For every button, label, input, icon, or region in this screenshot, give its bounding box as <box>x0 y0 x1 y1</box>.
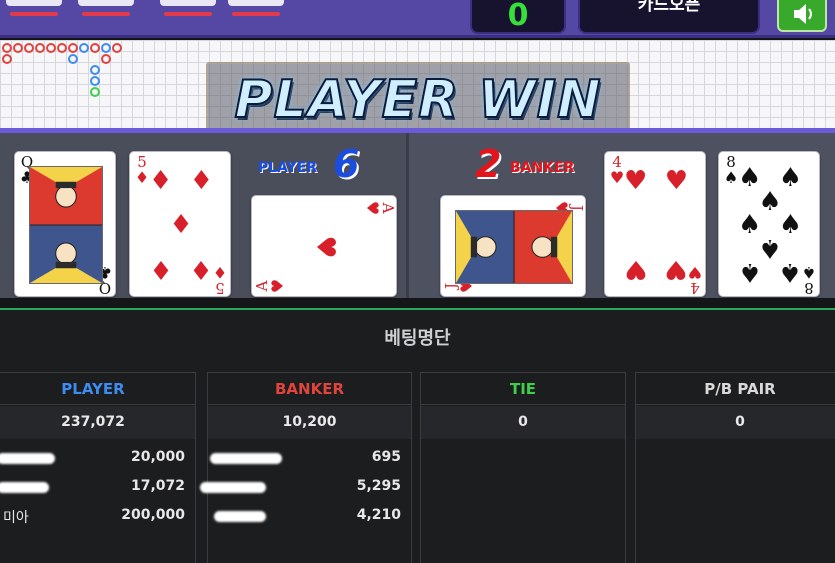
bet-column-tie: TIE 0 <box>420 372 626 563</box>
road-bead <box>57 43 67 53</box>
bet-column-pbpair: P/B PAIR 0 <box>635 372 835 563</box>
bet-column-player: PLAYER 237,072 20,000 17,072 미아 200,000 <box>0 372 196 563</box>
bet-amount: 5,295 <box>356 478 401 494</box>
player-card-3: A ♥ A ♥ ♥ <box>251 195 397 297</box>
redacted-bettor-name <box>0 482 49 493</box>
banker-card-2: 4 ♥ 4 ♥ ♥ ♥ ♥ ♥ <box>604 151 706 297</box>
bet-column-header: TIE <box>421 373 625 405</box>
round-counter: 0 <box>470 0 566 34</box>
card-pip-icon: ♦ <box>169 210 193 240</box>
top-bar: 0 카드오픈 <box>0 0 835 38</box>
speaker-icon <box>794 4 812 24</box>
sound-button[interactable] <box>777 0 827 32</box>
card-suit-icon: ♦ <box>212 263 228 282</box>
bet-column-banker: BANKER 10,200 695 5,295 4,210 <box>200 372 412 563</box>
bet-row: 20,000 <box>0 449 195 471</box>
card-pip-icon: ♠ <box>778 210 803 240</box>
face-card-art <box>29 166 103 284</box>
bet-column-header: P/B PAIR <box>636 373 835 405</box>
card-pip-icon: ♦ <box>189 166 214 197</box>
bet-row: 미아 200,000 <box>0 507 195 529</box>
card-stage: PLAYER 6 2 BANKER Q ♣ Q ♣ 5 ♦ 5 ♦ ♦ ♦ ♦ ♦ ♦ A ♥ A ♥ ♥ J ♥ J ♥… <box>0 128 835 298</box>
road-bead <box>90 76 100 86</box>
road-bead <box>2 54 12 64</box>
bet-amount: 20,000 <box>130 449 185 465</box>
card-pip-icon: ♠ <box>737 256 762 287</box>
road-bead <box>112 43 122 53</box>
bet-amount: 17,072 <box>130 478 185 494</box>
result-text: PLAYER WIN <box>233 69 602 131</box>
banker-score: 2 <box>475 142 502 186</box>
road-bead <box>79 43 89 53</box>
redacted-bettor-name <box>214 511 266 522</box>
road-bead <box>90 87 100 97</box>
card-pip-icon: ♥ <box>664 253 689 284</box>
card-pip-icon: ♠ <box>778 256 803 287</box>
betting-panel: 베팅명단 PLAYER 237,072 20,000 17,072 미아 200,000 B… <box>0 308 835 563</box>
card-suit-icon: ♥ <box>363 200 382 216</box>
player-score: 6 <box>333 142 360 186</box>
bet-column-total: 10,200 <box>208 406 411 439</box>
face-card-art <box>455 210 573 284</box>
bet-column-total: 0 <box>421 406 625 439</box>
card-suit-icon: ♥ <box>687 263 703 282</box>
bet-row: 5,295 <box>200 478 411 500</box>
player-card-2: 5 ♦ 5 ♦ ♦ ♦ ♦ ♦ ♦ <box>129 151 231 297</box>
card-pip-icon: ♥ <box>664 166 689 197</box>
road-bead <box>68 43 78 53</box>
card-pip-icon: ♦ <box>148 253 173 284</box>
bet-column-header: PLAYER <box>0 373 195 405</box>
road-bead <box>90 43 100 53</box>
card-pip-icon: ♥ <box>623 166 648 197</box>
bet-row: 17,072 <box>0 478 195 500</box>
card-pip-icon: ♦ <box>189 253 214 284</box>
card-open-button[interactable]: 카드오픈 <box>578 0 760 34</box>
card-pip-icon: ♥ <box>310 235 340 259</box>
bet-column-total: 237,072 <box>0 406 195 439</box>
card-pip-icon: ♠ <box>778 163 803 194</box>
road-bead <box>2 43 12 53</box>
banker-card-3: 8 ♠ 8 ♠ ♠ ♠ ♠ ♠ ♠ ♠ ♠ ♠ <box>718 151 820 297</box>
card-pip-icon: ♥ <box>623 253 648 284</box>
bet-row: 695 <box>208 449 411 471</box>
redacted-bettor-name <box>200 482 266 493</box>
road-bead <box>46 43 56 53</box>
bet-column-total: 0 <box>636 406 835 439</box>
top-tab-3[interactable] <box>160 0 216 30</box>
bet-column-header: BANKER <box>208 373 411 405</box>
road-bead <box>35 43 45 53</box>
road-bead <box>101 43 111 53</box>
bet-amount: 200,000 <box>121 507 185 523</box>
bet-amount: 4,210 <box>356 507 401 523</box>
redacted-bettor-name <box>0 453 55 464</box>
road-bead <box>68 54 78 64</box>
road-bead <box>13 43 23 53</box>
top-tab-1[interactable] <box>6 0 62 30</box>
top-tab-2[interactable] <box>78 0 134 30</box>
card-suit-icon: ♥ <box>268 278 287 294</box>
card-suit-icon: ♠ <box>801 263 817 282</box>
result-banner: PLAYER WIN <box>206 62 630 138</box>
road-bead <box>24 43 34 53</box>
bet-row: 4,210 <box>208 507 411 529</box>
banker-label: BANKER <box>510 160 575 176</box>
player-label: PLAYER <box>258 160 318 176</box>
banker-card-1: J ♥ J ♥ <box>440 195 586 297</box>
top-tab-4[interactable] <box>228 0 284 30</box>
card-pip-icon: ♦ <box>148 166 173 197</box>
redacted-bettor-name <box>210 453 282 464</box>
bet-amount: 695 <box>371 449 401 465</box>
road-bead <box>90 65 100 75</box>
road-bead <box>101 54 111 64</box>
bettor-name: 미아 <box>3 510 29 526</box>
betting-title: 베팅명단 <box>384 328 451 349</box>
player-card-1: Q ♣ Q ♣ <box>14 151 116 297</box>
